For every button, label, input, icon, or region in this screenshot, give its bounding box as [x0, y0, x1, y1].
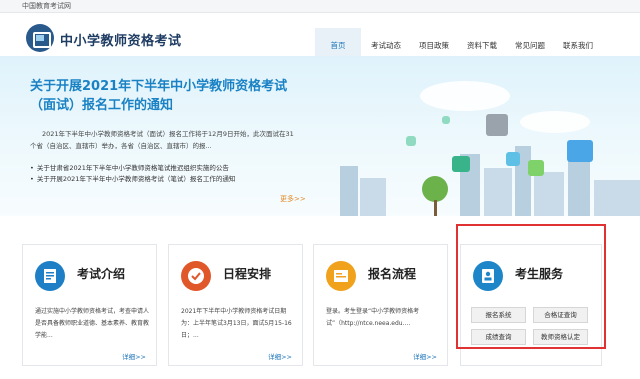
card-schedule[interactable]: 日程安排 2021年下半年中小学教师资格考试日期为：上半年笔试3月13日，面试5…: [168, 244, 303, 366]
top-bar-text: 中国教育考试网: [22, 2, 71, 10]
top-bar: 中国教育考试网: [0, 0, 640, 13]
cube-decoration: [528, 160, 544, 176]
card-description: 2021年下半年中小学教师资格考试日期为：上半年笔试3月13日，面试5月15-1…: [181, 308, 292, 339]
card-label: 考试介绍: [77, 267, 126, 281]
site-title[interactable]: 中小学教师资格考试: [60, 30, 182, 49]
headline-link[interactable]: 关于开展2021年下半年中小学教师资格考试（面试）报名工作的通知: [30, 77, 310, 115]
cloud-decoration: [520, 111, 590, 133]
cube-decoration: [506, 152, 520, 166]
tree-trunk-decoration: [434, 200, 437, 216]
detail-link[interactable]: 详细>>: [122, 351, 146, 361]
card-label: 报名流程: [368, 267, 417, 281]
cube-decoration: [486, 114, 508, 136]
building-decoration: [594, 180, 640, 216]
highlight-box: [456, 224, 606, 349]
card-registration-process[interactable]: 报名流程 登录。考生登录“中小学教师资格考试”（http://ntce.neea…: [313, 244, 448, 366]
cloud-decoration: [420, 81, 510, 111]
cube-decoration: [406, 136, 416, 146]
news-list: 关于甘肃省2021年下半年中小学教师资格笔试推迟组织实施的公告 关于开展2021…: [30, 163, 236, 185]
register-form-icon: [326, 261, 356, 291]
building-decoration: [340, 166, 358, 216]
card-label: 日程安排: [223, 267, 272, 281]
news-list-item[interactable]: 关于甘肃省2021年下半年中小学教师资格笔试推迟组织实施的公告: [30, 163, 235, 174]
logo-icon[interactable]: [26, 24, 54, 52]
card-description: 登录。考生登录“中小学教师资格考试”（http://ntce.neea.edu.…: [326, 308, 420, 327]
card-description: 通过实施中小学教师资格考试，考查申请人是否具备教师职业道德、基本素养、教育教学能…: [35, 308, 150, 339]
cube-decoration: [567, 140, 593, 162]
building-decoration: [484, 168, 512, 216]
cube-decoration: [442, 116, 450, 124]
document-icon: [35, 261, 65, 291]
tree-decoration: [422, 176, 448, 202]
cube-decoration: [452, 156, 470, 172]
more-link[interactable]: 更多>>: [280, 194, 306, 204]
detail-link[interactable]: 详细>>: [268, 351, 292, 361]
checkmark-icon: [181, 261, 211, 291]
card-exam-intro[interactable]: 考试介绍 通过实施中小学教师资格考试，考查申请人是否具备教师职业道德、基本素养、…: [22, 244, 157, 366]
news-list-item[interactable]: 关于开展2021年下半年中小学教师资格考试（笔试）报名工作的通知: [30, 174, 236, 185]
building-decoration: [534, 172, 564, 216]
headline-summary: 2021年下半年中小学教师资格考试（面试）报名工作将于12月9日开始，此次面试在…: [30, 130, 294, 150]
building-decoration: [360, 178, 386, 216]
detail-link[interactable]: 详细>>: [413, 351, 437, 361]
building-decoration: [568, 158, 590, 216]
